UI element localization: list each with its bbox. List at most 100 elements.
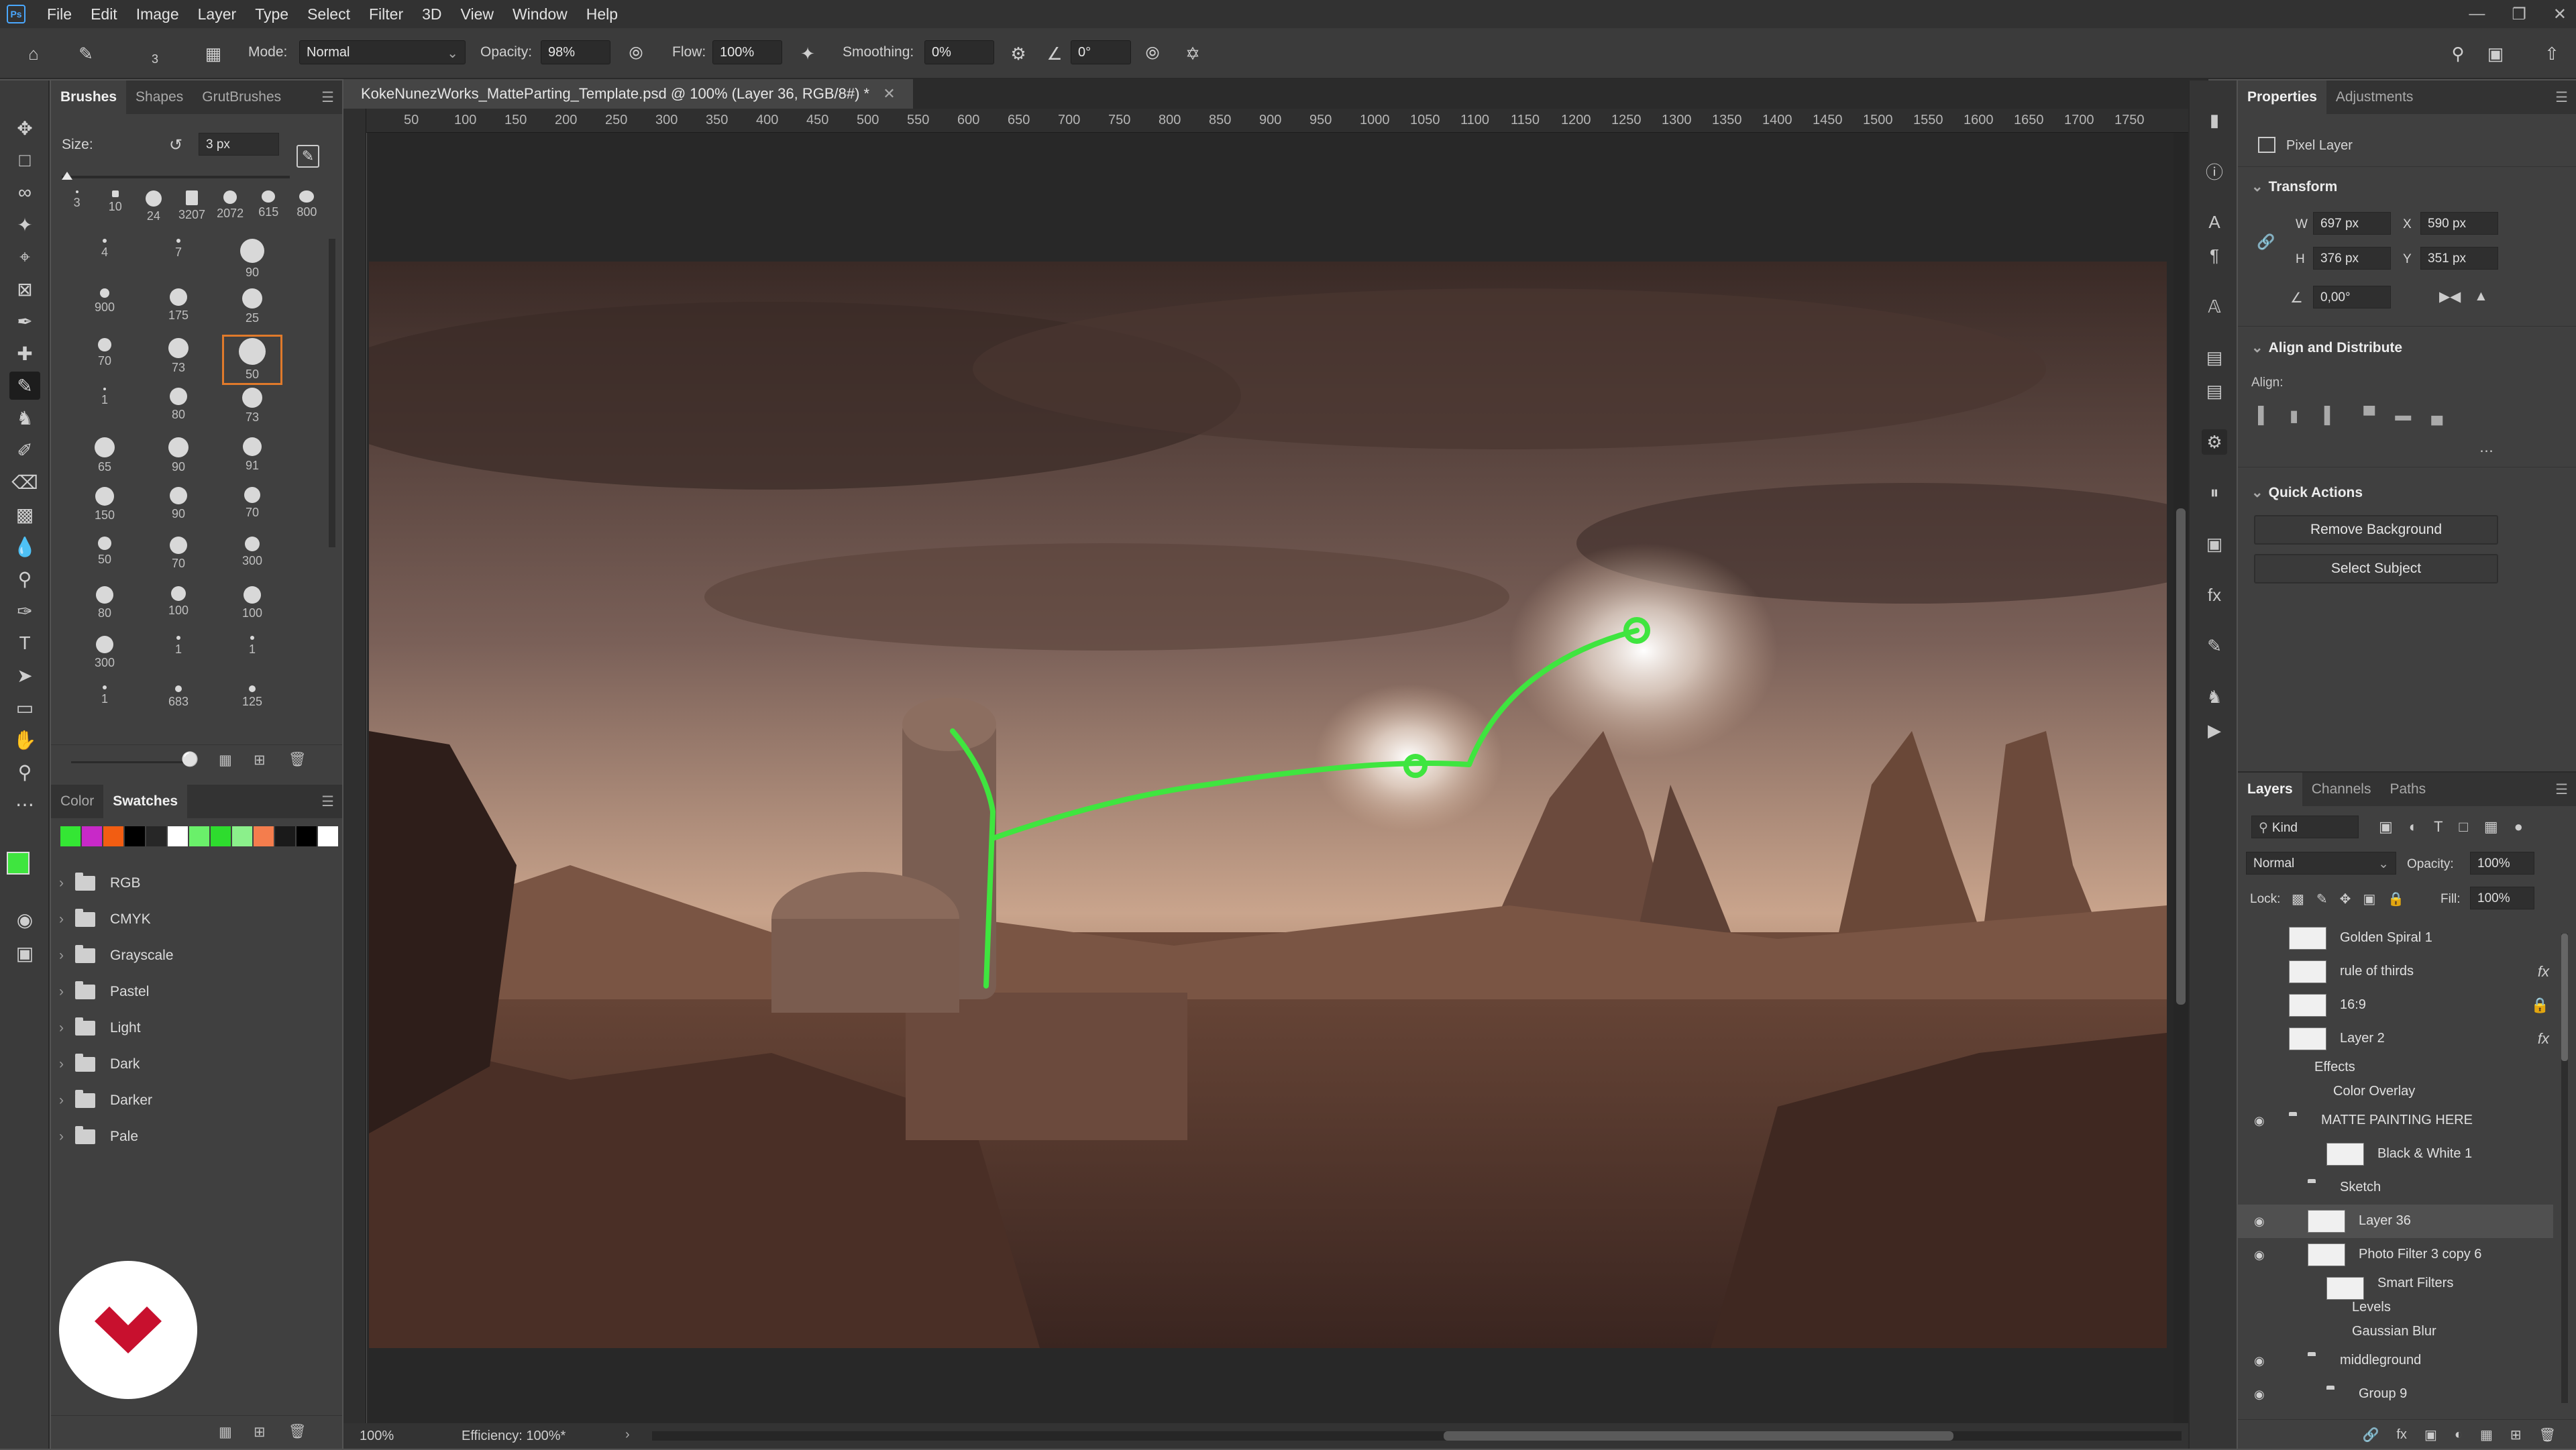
lock-position-icon[interactable]: ✥ bbox=[2340, 891, 2351, 907]
layer-row[interactable]: Sketch bbox=[2238, 1171, 2553, 1205]
filter-adjustment-icon[interactable]: ◐ bbox=[2409, 818, 2418, 836]
brush-preset[interactable]: 70 bbox=[225, 487, 279, 520]
brush-preset[interactable]: 100 bbox=[225, 586, 279, 620]
align-bottom-icon[interactable]: ▄ bbox=[2431, 406, 2443, 426]
tab-brushes[interactable]: Brushes bbox=[51, 80, 127, 114]
color-swatch[interactable] bbox=[82, 826, 102, 846]
layer-row[interactable]: Black & White 1 bbox=[2238, 1137, 2553, 1171]
new-group-icon[interactable]: ▦ bbox=[219, 752, 232, 769]
align-section[interactable]: ⌄ Align and Distribute bbox=[2251, 339, 2402, 356]
glyphs-icon[interactable]: 𝔸 bbox=[2202, 294, 2227, 319]
color-swatch[interactable] bbox=[189, 826, 209, 846]
flip-horizontal-icon[interactable]: ▶◀ bbox=[2439, 288, 2461, 305]
reset-size-icon[interactable]: ↺ bbox=[169, 135, 182, 155]
brush-preset[interactable]: 175 bbox=[152, 288, 205, 323]
visibility-eye-icon[interactable]: ◉ bbox=[2254, 1114, 2270, 1127]
menu-3d[interactable]: 3D bbox=[413, 5, 451, 23]
visibility-eye-icon[interactable]: ◉ bbox=[2254, 1354, 2270, 1368]
actions-play-icon[interactable]: ▶ bbox=[2202, 718, 2227, 743]
brush-preset[interactable]: 70 bbox=[78, 338, 131, 368]
layer-row[interactable]: ◉ MATTE PAINTING HERE bbox=[2238, 1104, 2553, 1137]
brush-preset[interactable]: 73 bbox=[152, 338, 205, 375]
styles-fx-icon[interactable]: fx bbox=[2202, 582, 2227, 608]
patterns-icon[interactable]: ▣ bbox=[2202, 531, 2227, 557]
lock-artboard-icon[interactable]: ▣ bbox=[2363, 891, 2375, 907]
more-options-icon[interactable]: ⋯ bbox=[2479, 443, 2493, 459]
layer-row[interactable]: ◉ Layer 36 bbox=[2238, 1205, 2553, 1238]
brush-preview-slider[interactable] bbox=[71, 761, 185, 763]
clone-stamp-tool-icon[interactable]: ♞ bbox=[9, 404, 40, 432]
new-brush-preset-icon[interactable]: ⊞ bbox=[254, 752, 266, 769]
layer-row[interactable]: 16:9 🔒 bbox=[2238, 989, 2553, 1022]
brush-preset[interactable]: 1 bbox=[225, 636, 279, 657]
brush-preset[interactable]: 1 bbox=[152, 636, 205, 657]
color-swatch[interactable] bbox=[211, 826, 231, 846]
lock-transparent-icon[interactable]: ▩ bbox=[2292, 891, 2304, 907]
brush-preset[interactable]: 80 bbox=[152, 388, 205, 422]
color-swatch[interactable] bbox=[318, 826, 338, 846]
zoom-tool-icon[interactable]: ⚲ bbox=[9, 758, 40, 786]
color-swatch[interactable] bbox=[125, 826, 145, 846]
notes-icon[interactable]: ▤ bbox=[2202, 378, 2227, 404]
horizontal-scrollbar[interactable] bbox=[652, 1431, 2182, 1441]
quick-mask-icon[interactable]: ◉ bbox=[9, 905, 40, 934]
brush-preset[interactable]: 300 bbox=[78, 636, 131, 670]
lasso-tool-icon[interactable]: ∞ bbox=[9, 178, 40, 207]
tab-adjustments[interactable]: Adjustments bbox=[2326, 80, 2423, 114]
new-adjustment-icon[interactable]: ◐ bbox=[2455, 1427, 2463, 1443]
mode-select[interactable]: Normal ⌄ bbox=[299, 40, 466, 64]
size-slider[interactable] bbox=[62, 176, 290, 178]
layer-opacity-field[interactable]: 100% bbox=[2470, 852, 2534, 875]
visibility-eye-icon[interactable]: ◉ bbox=[2254, 1388, 2270, 1401]
brush-preset[interactable]: 90 bbox=[152, 487, 205, 521]
info-icon[interactable]: ⓘ bbox=[2202, 158, 2227, 184]
brush-preset[interactable]: 65 bbox=[78, 437, 131, 474]
new-swatch-group-icon[interactable]: ▦ bbox=[219, 1424, 232, 1441]
quick-actions-section[interactable]: ⌄ Quick Actions bbox=[2251, 484, 2363, 501]
screen-mode-icon[interactable]: ▣ bbox=[9, 939, 40, 967]
tab-shapes[interactable]: Shapes bbox=[126, 80, 193, 114]
chevron-right-icon[interactable]: › bbox=[59, 1129, 75, 1145]
layers-scroll-thumb[interactable] bbox=[2561, 934, 2568, 1061]
photoshop-logo-icon[interactable]: Ps bbox=[7, 5, 25, 23]
tab-properties[interactable]: Properties bbox=[2238, 80, 2326, 114]
chevron-right-icon[interactable]: › bbox=[59, 984, 75, 1000]
y-field[interactable]: 351 px bbox=[2420, 247, 2498, 270]
brush-tool-icon[interactable]: ✎ bbox=[9, 372, 40, 400]
smoothing-field[interactable]: 0% bbox=[924, 40, 994, 64]
flow-field[interactable]: 100% bbox=[712, 40, 782, 64]
layer-fx-icon[interactable]: fx bbox=[2538, 1030, 2549, 1048]
zoom-level[interactable]: 100% bbox=[360, 1429, 394, 1444]
close-document-icon[interactable]: ✕ bbox=[883, 85, 895, 102]
brush-preset[interactable]: 2072 bbox=[211, 190, 250, 223]
chevron-right-icon[interactable]: › bbox=[59, 1020, 75, 1036]
share-icon[interactable]: ⇧ bbox=[2540, 42, 2564, 66]
brush-preset[interactable]: 4 bbox=[78, 239, 131, 260]
hand-tool-icon[interactable]: ✋ bbox=[9, 726, 40, 754]
brush-preset[interactable]: 900 bbox=[78, 288, 131, 315]
layers-scrollbar[interactable] bbox=[2561, 934, 2568, 1403]
align-right-icon[interactable]: ▐ bbox=[2318, 406, 2330, 426]
libraries-icon[interactable]: ▤ bbox=[2202, 345, 2227, 370]
add-style-fx-icon[interactable]: fx bbox=[2396, 1427, 2407, 1443]
brush-preset[interactable]: 10 bbox=[96, 190, 134, 223]
eraser-tool-icon[interactable]: ⌫ bbox=[9, 468, 40, 496]
layer-row[interactable]: Smart Filters bbox=[2238, 1272, 2553, 1300]
visibility-eye-icon[interactable]: ◉ bbox=[2254, 1215, 2270, 1228]
transform-section[interactable]: ⌄ Transform bbox=[2251, 178, 2337, 195]
chevron-right-icon[interactable]: › bbox=[59, 875, 75, 891]
size-field[interactable]: 3 px bbox=[199, 133, 279, 156]
tab-layers[interactable]: Layers bbox=[2238, 773, 2302, 806]
swatches-panel-menu-icon[interactable]: ☰ bbox=[321, 793, 334, 810]
toggle-brush-preview-icon[interactable]: ⚪ bbox=[181, 752, 199, 768]
align-top-icon[interactable]: ▀ bbox=[2363, 406, 2375, 426]
width-field[interactable]: 697 px bbox=[2313, 212, 2391, 235]
brush-preset[interactable]: 73 bbox=[225, 388, 279, 425]
rotation-field[interactable]: 0,00° bbox=[2313, 286, 2391, 309]
visibility-eye-icon[interactable]: ◉ bbox=[2254, 1248, 2270, 1262]
color-swatch[interactable] bbox=[60, 826, 80, 846]
layers-menu-icon[interactable]: ☰ bbox=[2555, 781, 2568, 798]
layer-row[interactable]: Effects bbox=[2238, 1056, 2553, 1080]
swatch-folder[interactable]: › Dark bbox=[59, 1046, 140, 1082]
crop-tool-icon[interactable]: ⌖ bbox=[9, 243, 40, 271]
